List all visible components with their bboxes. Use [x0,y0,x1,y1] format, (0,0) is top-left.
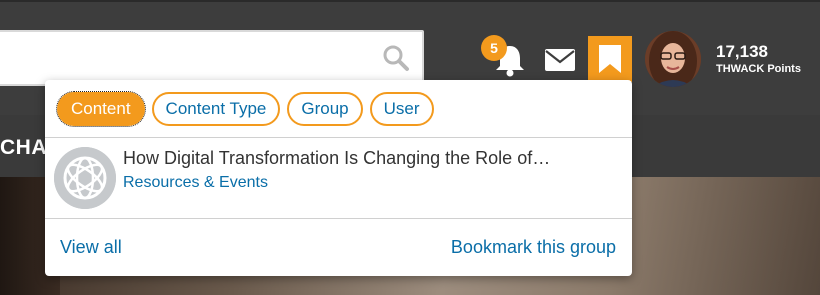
divider [45,137,632,138]
search-input[interactable] [0,30,424,86]
divider [45,218,632,219]
bookmark-result-group[interactable]: Resources & Events [123,174,268,192]
notification-count-badge: 5 [481,35,507,61]
points-value: 17,138 [716,42,768,61]
avatar[interactable] [645,31,701,87]
bookmark-icon [599,45,621,73]
bookmarks-button[interactable] [588,36,632,82]
search-icon[interactable] [382,44,410,72]
bookmarks-dropdown: Content Content Type Group User How Digi… [45,80,632,276]
bookmark-result-title[interactable]: How Digital Transformation Is Changing t… [123,148,623,169]
bookmark-this-group-link[interactable]: Bookmark this group [451,237,616,258]
filter-group[interactable]: Group [287,92,363,126]
group-globe-icon[interactable] [54,147,116,209]
mail-icon[interactable] [544,48,576,72]
globe-icon [54,147,116,209]
user-avatar-image [645,31,701,87]
filter-user[interactable]: User [369,92,434,126]
bookmark-filter-tabs: Content Content Type Group User [56,91,434,127]
filter-content-type[interactable]: Content Type [151,92,281,126]
nav-item-partial[interactable]: CHA [0,136,47,160]
points-label: THWACK Points [716,63,801,75]
header-top-border [0,0,820,2]
view-all-link[interactable]: View all [60,237,122,258]
filter-content[interactable]: Content [56,91,146,127]
